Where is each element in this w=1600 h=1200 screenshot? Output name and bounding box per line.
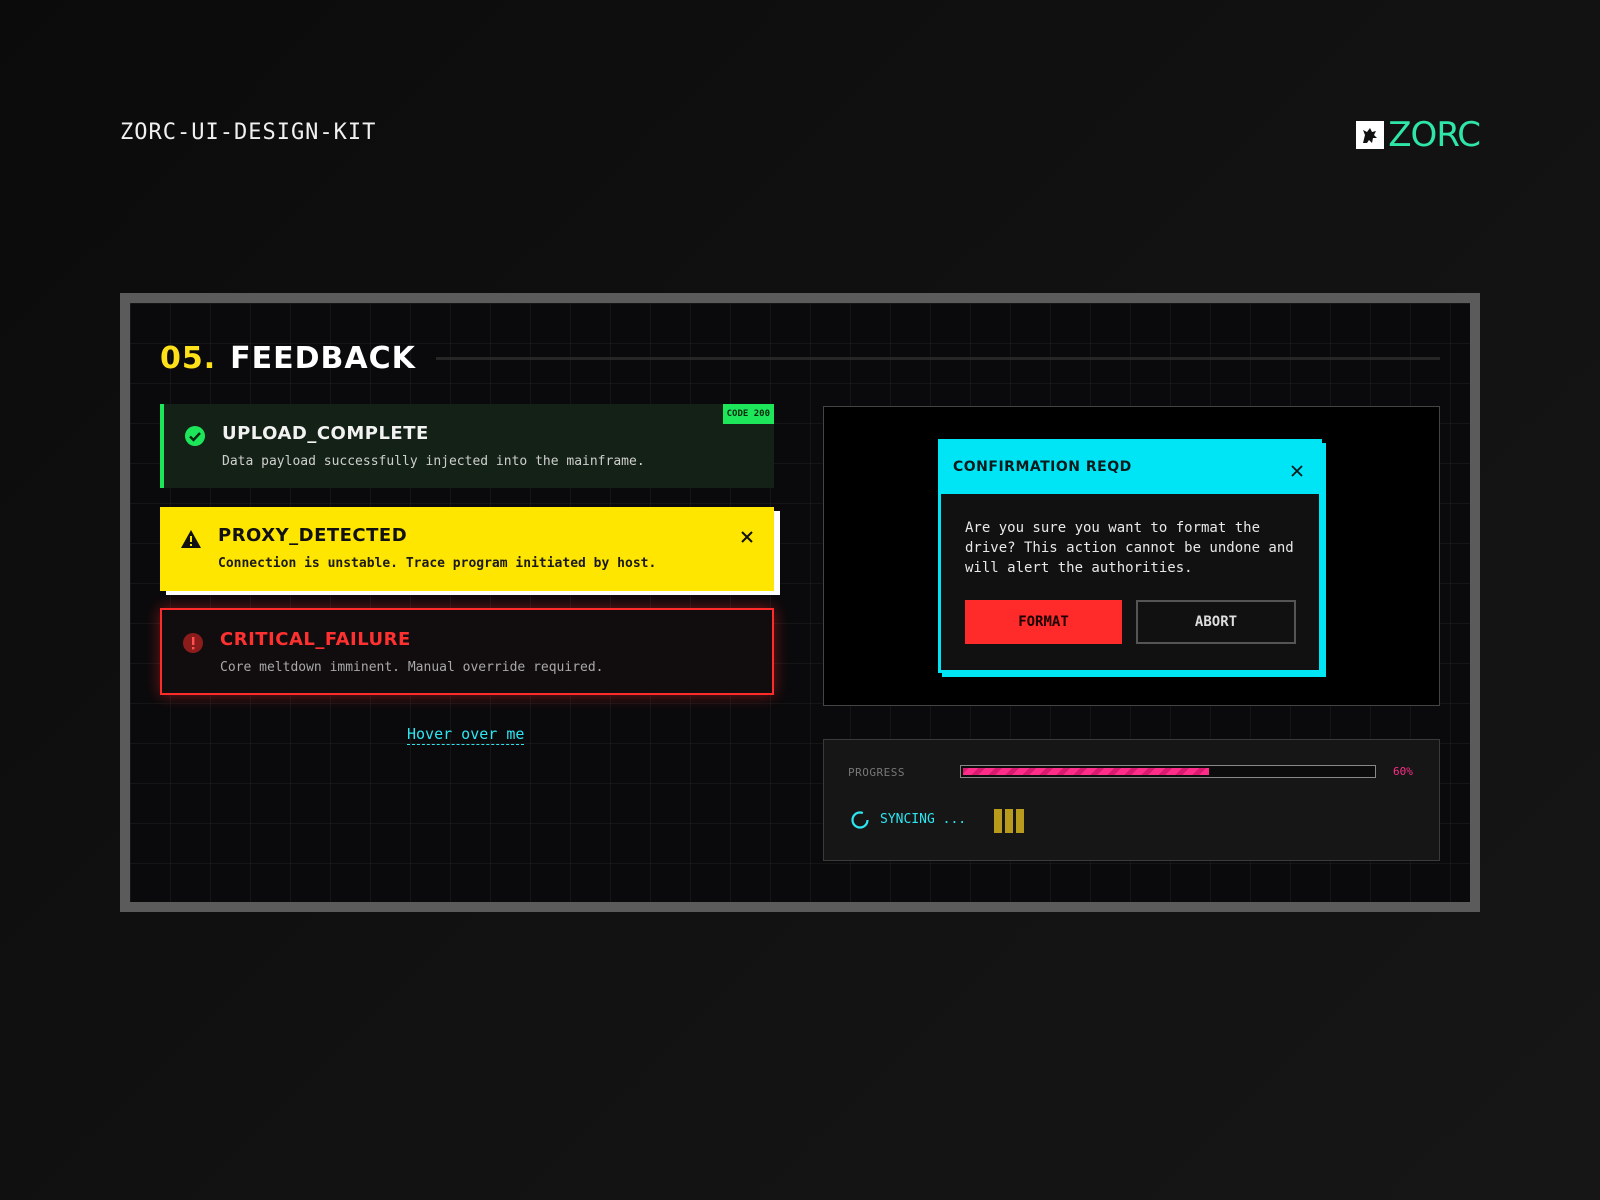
- spinner-icon: [850, 810, 870, 830]
- section-divider: [435, 357, 1440, 360]
- brand-logo: ZORC: [1356, 115, 1481, 155]
- loading-bars-icon: [994, 809, 1024, 833]
- error-alert-title: CRITICAL_FAILURE: [220, 629, 411, 650]
- status-badge: CODE 200: [722, 404, 774, 424]
- wolf-icon: [1356, 121, 1385, 149]
- loading-bar: [994, 809, 1002, 833]
- feedback-panel: 05. FEEDBACK UPLOAD_COMPLETE Data payloa…: [120, 293, 1480, 912]
- warning-alert-message: Connection is unstable. Trace program in…: [218, 556, 657, 571]
- loading-bar: [1005, 809, 1013, 833]
- warning-alert-title: PROXY_DETECTED: [218, 525, 408, 546]
- abort-button[interactable]: ABORT: [1136, 600, 1296, 644]
- sync-status: SYNCING ...: [880, 812, 967, 827]
- loading-bar: [1016, 809, 1024, 833]
- progress-percent: 60%: [1393, 765, 1413, 778]
- progress-panel: PROGRESS 60% SYNCING ...: [823, 739, 1440, 861]
- confirmation-modal: CONFIRMATION REQD Are you sure you want …: [938, 439, 1322, 673]
- progress-bar: [960, 765, 1376, 778]
- success-alert-message: Data payload successfully injected into …: [222, 454, 645, 469]
- progress-label: PROGRESS: [848, 766, 905, 779]
- section-number: 05.: [160, 341, 217, 376]
- alert-circle-icon: [182, 632, 204, 658]
- brand-name: ZORC: [1388, 115, 1481, 155]
- section-title: FEEDBACK: [230, 341, 416, 376]
- format-button[interactable]: FORMAT: [965, 600, 1122, 644]
- kit-title: ZORC-UI-DESIGN-KIT: [120, 120, 377, 145]
- warning-triangle-icon: [180, 528, 202, 554]
- warning-alert: PROXY_DETECTED Connection is unstable. T…: [160, 507, 774, 591]
- close-icon[interactable]: [1291, 462, 1303, 477]
- hover-tooltip-link[interactable]: Hover over me: [407, 725, 525, 745]
- modal-backdrop: CONFIRMATION REQD Are you sure you want …: [823, 406, 1440, 706]
- section-header: 05. FEEDBACK: [160, 341, 1440, 376]
- modal-title: CONFIRMATION REQD: [953, 459, 1132, 475]
- progress-fill: [963, 768, 1209, 775]
- modal-header: CONFIRMATION REQD: [941, 442, 1319, 494]
- check-circle-icon: [184, 425, 206, 451]
- modal-body: Are you sure you want to format the driv…: [965, 520, 1294, 576]
- error-alert: CRITICAL_FAILURE Core meltdown imminent.…: [160, 608, 774, 695]
- close-icon[interactable]: [740, 529, 754, 543]
- error-alert-message: Core meltdown imminent. Manual override …: [220, 660, 604, 675]
- success-alert: UPLOAD_COMPLETE Data payload successfull…: [160, 404, 774, 488]
- success-alert-title: UPLOAD_COMPLETE: [222, 423, 429, 444]
